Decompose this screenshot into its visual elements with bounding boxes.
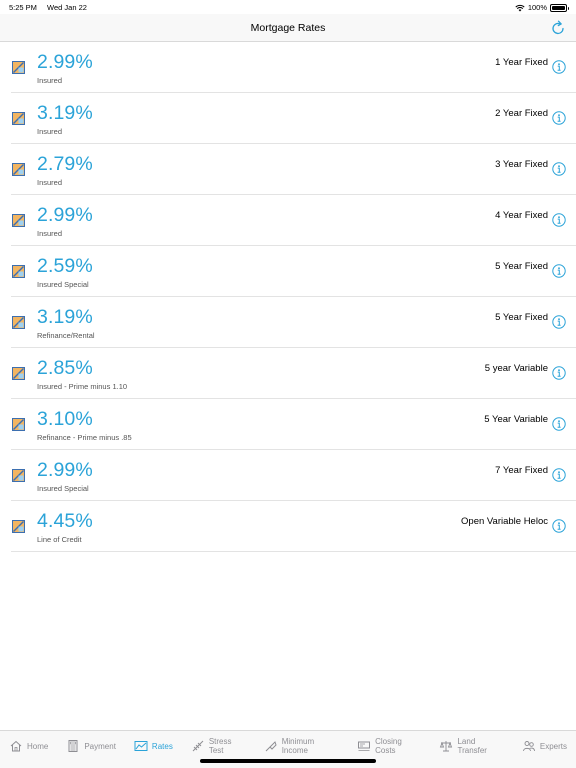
tab-land-transfer[interactable]: Land Transfer xyxy=(430,737,512,755)
rate-chart-icon xyxy=(12,316,25,329)
tab-label: Minimum Income xyxy=(281,737,315,755)
status-date: Wed Jan 22 xyxy=(47,3,87,12)
rate-chart-icon xyxy=(12,214,25,227)
rate-row[interactable]: 2.79% Insured 3 Year Fixed xyxy=(11,144,576,195)
rate-value: 3.10% xyxy=(37,408,93,430)
rate-type: Insured xyxy=(37,229,63,238)
rate-chart-icon xyxy=(12,112,25,125)
tab-label: Rates xyxy=(151,741,173,751)
info-icon[interactable] xyxy=(552,60,566,74)
rate-type: Insured Special xyxy=(37,280,89,289)
rate-value: 3.19% xyxy=(37,102,93,124)
rate-row[interactable]: 2.99% Insured Special 7 Year Fixed xyxy=(11,450,576,501)
rate-term: 2 Year Fixed xyxy=(495,108,548,119)
rate-value: 2.59% xyxy=(37,255,93,277)
rate-value: 2.99% xyxy=(37,204,93,226)
rate-term: 5 year Variable xyxy=(484,363,548,374)
rate-row[interactable]: 3.19% Insured 2 Year Fixed xyxy=(11,93,576,144)
rate-type: Refinance/Rental xyxy=(37,331,95,340)
tabs: Home Payment Rates Stress Test Minimum Incom… xyxy=(0,737,576,755)
rate-term: 5 Year Fixed xyxy=(495,312,548,323)
rate-chart-icon xyxy=(12,418,25,431)
tab-minimum-income[interactable]: Minimum Income xyxy=(255,737,348,755)
refresh-icon[interactable] xyxy=(550,20,566,36)
rate-value: 2.99% xyxy=(37,51,93,73)
stress-test-icon xyxy=(192,740,204,752)
rate-type: Insured xyxy=(37,178,63,187)
home-icon xyxy=(10,740,22,752)
tab-label: Closing Costs xyxy=(375,737,402,755)
info-icon[interactable] xyxy=(552,162,566,176)
info-icon[interactable] xyxy=(552,519,566,533)
rates-list: 2.99% Insured 1 Year Fixed 3.19% Insured… xyxy=(0,42,576,552)
rate-term: 3 Year Fixed xyxy=(495,159,548,170)
rate-row[interactable]: 2.99% Insured 4 Year Fixed xyxy=(11,195,576,246)
info-icon[interactable] xyxy=(552,315,566,329)
status-bar: 5:25 PM Wed Jan 22 100% xyxy=(0,0,576,14)
scales-icon xyxy=(440,741,453,752)
rate-chart-icon xyxy=(12,469,25,482)
rate-row[interactable]: 3.10% Refinance - Prime minus .85 5 Year… xyxy=(11,399,576,450)
rate-row[interactable]: 2.59% Insured Special 5 Year Fixed xyxy=(11,246,576,297)
tab-label: Experts xyxy=(539,741,567,751)
info-icon[interactable] xyxy=(552,366,566,380)
status-right: 100% xyxy=(515,3,569,12)
rate-type: Refinance - Prime minus .85 xyxy=(37,433,132,442)
tab-label: Payment xyxy=(84,741,116,751)
battery-icon xyxy=(550,3,569,12)
status-time: 5:25 PM xyxy=(9,3,37,12)
rate-value: 3.19% xyxy=(37,306,93,328)
rate-chart-icon xyxy=(12,163,25,176)
rate-type: Insured - Prime minus 1.10 xyxy=(37,382,128,391)
rate-term: Open Variable Heloc xyxy=(461,516,548,527)
tab-label: Stress Test xyxy=(208,737,232,755)
info-icon[interactable] xyxy=(552,417,566,431)
rate-type: Insured xyxy=(37,127,63,136)
rate-type: Line of Credit xyxy=(37,535,82,544)
rate-chart-icon xyxy=(12,367,25,380)
rate-chart-icon xyxy=(12,520,25,533)
page-title: Mortgage Rates xyxy=(250,22,326,34)
tab-rates[interactable]: Rates xyxy=(125,738,182,754)
rate-term: 5 Year Variable xyxy=(484,414,548,425)
tab-label: Land Transfer xyxy=(457,737,487,755)
rate-value: 2.79% xyxy=(37,153,93,175)
rate-row[interactable]: 3.19% Refinance/Rental 5 Year Fixed xyxy=(11,297,576,348)
nav-bar: Mortgage Rates xyxy=(0,14,576,42)
rate-value: 4.45% xyxy=(37,510,93,532)
rate-type: Insured xyxy=(37,76,63,85)
home-indicator xyxy=(200,759,376,763)
info-icon[interactable] xyxy=(552,468,566,482)
tab-closing-costs[interactable]: Closing Costs xyxy=(348,737,430,755)
info-icon[interactable] xyxy=(552,264,566,278)
rate-term: 7 Year Fixed xyxy=(495,465,548,476)
people-icon xyxy=(522,741,535,752)
tab-payment[interactable]: Payment xyxy=(57,738,125,754)
battery-percent: 100% xyxy=(527,3,547,12)
rate-chart-icon xyxy=(12,61,25,74)
tab-label: Home xyxy=(27,741,49,751)
info-icon[interactable] xyxy=(552,213,566,227)
status-left: 5:25 PM Wed Jan 22 xyxy=(9,3,95,12)
cash-register-icon xyxy=(358,741,371,751)
calculator-icon xyxy=(68,740,78,752)
tab-experts[interactable]: Experts xyxy=(513,738,576,754)
rate-chart-icon xyxy=(12,265,25,278)
tab-stress-test[interactable]: Stress Test xyxy=(182,737,255,755)
chart-icon xyxy=(134,741,148,751)
rate-type: Insured Special xyxy=(37,484,89,493)
rate-row[interactable]: 2.85% Insured - Prime minus 1.10 5 year … xyxy=(11,348,576,399)
rate-term: 1 Year Fixed xyxy=(495,57,548,68)
wifi-icon xyxy=(515,4,525,11)
info-icon[interactable] xyxy=(552,111,566,125)
rate-value: 2.85% xyxy=(37,357,93,379)
rate-row[interactable]: 2.99% Insured 1 Year Fixed xyxy=(11,42,576,93)
income-icon xyxy=(265,741,277,752)
rate-value: 2.99% xyxy=(37,459,93,481)
tab-home[interactable]: Home xyxy=(0,738,57,754)
rate-term: 5 Year Fixed xyxy=(495,261,548,272)
rate-term: 4 Year Fixed xyxy=(495,210,548,221)
rate-row[interactable]: 4.45% Line of Credit Open Variable Heloc xyxy=(11,501,576,552)
